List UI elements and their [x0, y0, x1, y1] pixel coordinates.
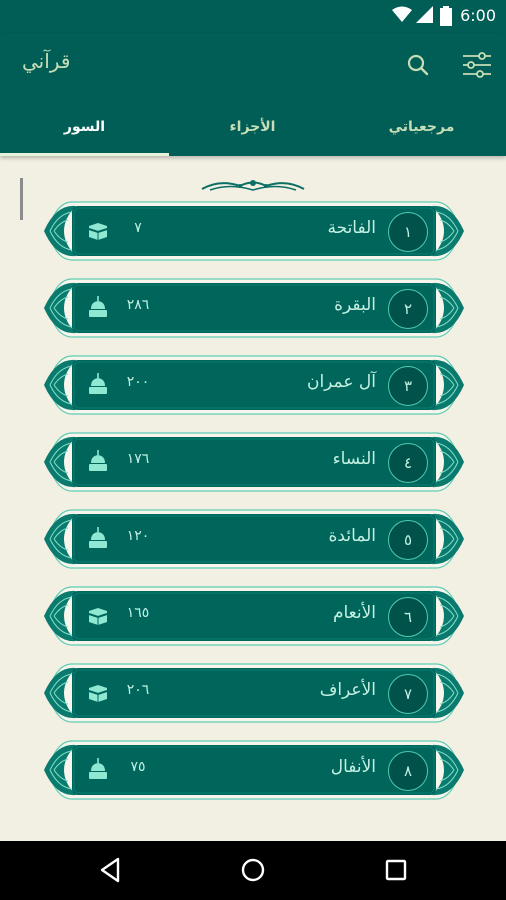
search-icon[interactable] [404, 51, 432, 79]
tab-parts-label: الأجزاء [229, 119, 276, 135]
kaaba-icon [88, 685, 108, 702]
sura-number: ٨ [388, 751, 428, 791]
mosque-icon [89, 527, 107, 548]
sura-name: الأعراف [319, 680, 376, 700]
sura-number: ٥ [388, 520, 428, 560]
navigation-bar [0, 841, 506, 900]
sura-item[interactable]: ٦ الأنعام ١٦٥ [42, 585, 466, 647]
mosque-icon [89, 296, 107, 317]
sura-name: البقرة [334, 295, 376, 315]
sura-number: ٤ [388, 443, 428, 483]
sura-number: ٣ [388, 366, 428, 406]
sura-name: آل عمران [306, 372, 376, 392]
verse-count: ٧ [134, 220, 142, 236]
mosque-icon [89, 373, 107, 394]
sura-number: ٧ [388, 674, 428, 714]
sura-item[interactable]: ٣ آل عمران ٢٠٠ [42, 354, 466, 416]
tab-suras[interactable]: السور [0, 110, 169, 156]
kaaba-icon [88, 608, 108, 625]
battery-icon [440, 6, 452, 26]
verse-count: ٢٠٠ [126, 374, 150, 390]
sura-number: ٢ [388, 289, 428, 329]
signal-icon [416, 6, 433, 23]
verse-count: ٢٠٦ [126, 682, 150, 698]
app-title: قرآني [22, 49, 71, 73]
app-bar: قرآني مرجعياتي الأجزاء السور [0, 33, 506, 156]
verse-count: ٢٨٦ [126, 297, 150, 313]
status-time: 6:00 [460, 6, 496, 25]
sura-item[interactable]: ٤ النساء ١٧٦ [42, 431, 466, 493]
back-icon[interactable] [96, 855, 126, 885]
tab-indicator [0, 153, 169, 156]
sura-item[interactable]: ٧ الأعراف ٢٠٦ [42, 662, 466, 724]
tab-parts[interactable]: الأجزاء [168, 110, 337, 156]
verse-count: ١٧٦ [126, 451, 150, 467]
sura-item[interactable]: ١ الفاتحة ٧ [42, 200, 466, 262]
sura-number: ١ [388, 212, 428, 252]
sura-name: المائدة [328, 526, 376, 546]
wifi-icon [392, 6, 412, 22]
sura-name: الأنعام [332, 603, 376, 623]
recents-icon[interactable] [381, 855, 411, 885]
tab-bar: مرجعياتي الأجزاء السور [0, 110, 506, 156]
sura-item[interactable]: ٥ المائدة ١٢٠ [42, 508, 466, 570]
tab-references[interactable]: مرجعياتي [337, 110, 506, 156]
scroll-indicator[interactable] [20, 178, 23, 220]
sura-name: النساء [332, 449, 376, 469]
ornament-divider [201, 180, 305, 191]
sura-item[interactable]: ٢ البقرة ٢٨٦ [42, 277, 466, 339]
verse-count: ١٦٥ [126, 605, 150, 621]
verse-count: ٧٥ [130, 759, 146, 775]
sura-item[interactable]: ٨ الأنفال ٧٥ [42, 739, 466, 801]
kaaba-icon [88, 223, 108, 240]
mosque-icon [89, 758, 107, 779]
sura-name: الفاتحة [327, 218, 376, 238]
verse-count: ١٢٠ [126, 528, 150, 544]
filter-settings-icon[interactable] [460, 49, 494, 81]
mosque-icon [89, 450, 107, 471]
tab-references-label: مرجعياتي [388, 119, 455, 135]
tab-suras-label: السور [63, 119, 106, 135]
home-icon[interactable] [238, 855, 268, 885]
sura-number: ٦ [388, 597, 428, 637]
sura-name: الأنفال [330, 757, 376, 777]
status-bar: 6:00 [0, 0, 506, 33]
